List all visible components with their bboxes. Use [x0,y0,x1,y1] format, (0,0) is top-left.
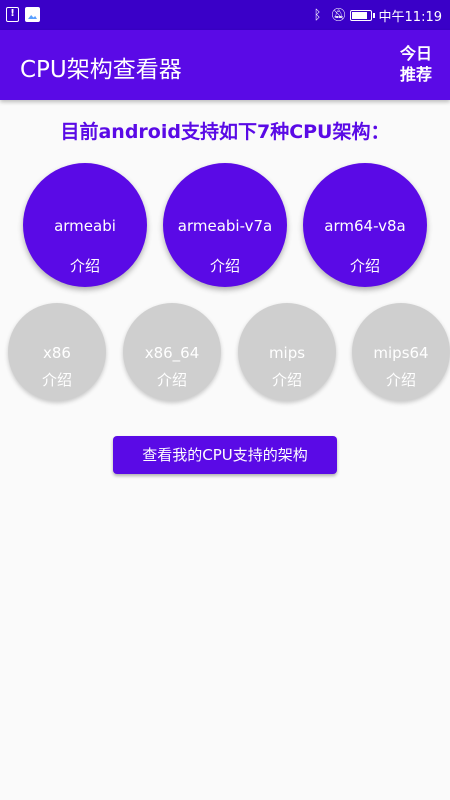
bluetooth-icon: ᛒ [313,8,322,23]
arch-button-mips64[interactable]: mips64 介绍 [352,303,450,401]
status-time: 中午11:19 [378,10,442,25]
image-notification-icon [25,7,40,22]
status-bar-system: ᛒ 🔕︎ 中午11:19 [312,6,442,25]
battery-icon [349,10,375,21]
arch-name: arm64-v8a [324,217,406,235]
arch-name: mips64 [373,344,429,362]
architectures-headline: 目前android支持如下7种CPU架构： [60,121,390,143]
arch-intro-label: 介绍 [156,371,187,389]
arch-button-arm64-v8a[interactable]: arm64-v8a 介绍 [303,163,427,287]
arch-name: x86_64 [144,344,200,362]
arch-intro-label: 介绍 [271,371,302,389]
check-my-cpu-button[interactable]: 查看我的CPU支持的架构 [113,436,337,474]
arch-button-mips[interactable]: mips 介绍 [238,303,336,401]
arch-intro-label: 介绍 [349,257,380,275]
arch-intro-label: 介绍 [69,257,100,275]
arch-button-x86[interactable]: x86 介绍 [8,303,106,401]
arch-button-x86-64[interactable]: x86_64 介绍 [123,303,221,401]
today-recommend-button[interactable]: 今日推荐 [396,43,436,85]
app-bar: CPU架构查看器 今日推荐 [0,30,450,100]
arch-name: armeabi-v7a [177,217,273,235]
arch-name: armeabi [54,217,116,235]
status-bar-notifications: ! [6,7,40,22]
arch-intro-label: 介绍 [385,371,416,389]
alert-notification-icon: ! [6,7,19,22]
arch-name: mips [268,344,306,362]
arch-name: x86 [43,344,71,362]
arch-intro-label: 介绍 [209,257,240,275]
arch-button-armeabi-v7a[interactable]: armeabi-v7a 介绍 [163,163,287,287]
arch-button-armeabi[interactable]: armeabi 介绍 [23,163,147,287]
status-bar: ! ᛒ 🔕︎ 中午11:19 [0,0,450,30]
app-title: CPU架构查看器 [20,57,182,83]
arch-intro-label: 介绍 [41,371,72,389]
mute-icon: 🔕︎ [330,8,348,23]
